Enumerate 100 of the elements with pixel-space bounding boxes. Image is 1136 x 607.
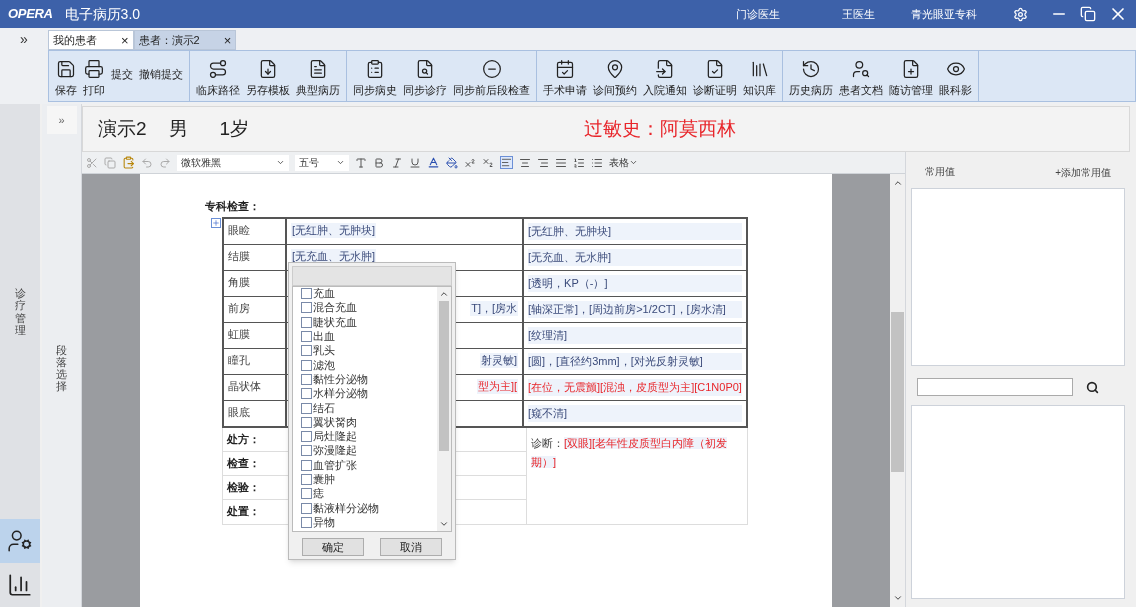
tab-close-button[interactable]: × (121, 33, 129, 47)
toolbar-button[interactable]: 典型病历 (296, 58, 340, 98)
option-label[interactable]: 弥漫隆起 (313, 445, 357, 457)
toolbar-button[interactable]: 入院通知 (643, 58, 687, 98)
field-value[interactable]: 型为主][ (476, 378, 518, 394)
option-label[interactable]: 滤泡 (313, 359, 335, 371)
field-value[interactable]: [圆]，[直径约3mm]，[对光反射灵敏] (528, 352, 742, 370)
checkbox[interactable] (301, 516, 312, 528)
toolbar-button[interactable]: 另存模板 (246, 58, 290, 98)
toolbar-button[interactable]: 提交 (111, 66, 133, 83)
tab[interactable]: 我的患者 × (48, 30, 134, 50)
font-size-icon[interactable] (355, 156, 367, 169)
scroll-up-icon[interactable] (892, 178, 903, 188)
table-menu[interactable]: 表格 (609, 155, 638, 170)
checkbox[interactable] (301, 474, 312, 485)
paste-icon[interactable] (122, 156, 135, 169)
cut-icon[interactable] (86, 156, 98, 169)
field-value[interactable]: [无红肿、无肿块] (528, 222, 742, 240)
option-label[interactable]: 血管扩张 (313, 459, 357, 471)
table-move-icon[interactable] (211, 217, 221, 228)
justify-icon[interactable] (555, 156, 567, 169)
option-label[interactable]: 局灶隆起 (313, 431, 357, 443)
option-label[interactable]: 痣 (313, 488, 324, 500)
field-value[interactable]: [透明，KP（-）] (528, 274, 742, 292)
align-right-icon[interactable] (537, 156, 549, 169)
undo-icon[interactable] (141, 156, 153, 169)
superscript-icon[interactable] (464, 156, 476, 169)
field-value[interactable]: [轴深正常]，[周边前房>1/2CT]，[房水清] (528, 300, 742, 318)
option-label[interactable]: 结石 (313, 402, 335, 414)
option-label[interactable]: 翼状胬肉 (313, 416, 357, 428)
toolbar-button[interactable]: 打印 (83, 58, 105, 98)
checkbox[interactable] (301, 288, 312, 300)
restore-icon[interactable] (1080, 6, 1096, 22)
option-label[interactable]: 混合充血 (313, 302, 357, 314)
font-color-icon[interactable] (427, 156, 440, 169)
checkbox[interactable] (301, 488, 312, 500)
toolbar-button[interactable]: 诊间预约 (593, 58, 637, 98)
option-label[interactable]: 充血 (313, 288, 335, 300)
checkbox[interactable] (301, 388, 312, 400)
toolbar-button[interactable]: 眼科影 (939, 58, 972, 98)
field-value[interactable]: T]，[房水 (470, 300, 518, 316)
toolbar-button[interactable]: 撤销提交 (139, 66, 183, 83)
settings-icon[interactable] (1013, 6, 1028, 22)
checkbox[interactable] (301, 302, 312, 314)
toolbar-button[interactable]: 同步前后段检查 (453, 58, 530, 98)
size-select[interactable]: 五号 (295, 154, 349, 171)
field-value[interactable]: 射灵敏] (479, 352, 518, 368)
subscript-icon[interactable] (482, 156, 494, 169)
align-center-icon[interactable] (519, 156, 531, 169)
dialog-button[interactable]: 确定 (302, 537, 364, 556)
field-value[interactable]: [无红肿、无肿块] (291, 222, 377, 238)
expand-panel-button[interactable]: » (46, 106, 77, 134)
checkbox[interactable] (301, 402, 312, 414)
toolbar-button[interactable]: 同步病史 (353, 58, 397, 98)
field-value[interactable]: [无充血、无水肿] (528, 248, 742, 266)
tab[interactable]: 患者：演示2 × (133, 30, 237, 50)
option-label[interactable]: 乳头 (313, 345, 335, 357)
option-label[interactable]: 出血 (313, 331, 335, 343)
toolbar-button[interactable]: 随访管理 (889, 58, 933, 98)
field-value[interactable]: [纹理清] (528, 326, 742, 344)
toolbar-button[interactable]: 患者文档 (839, 58, 883, 98)
italic-icon[interactable] (391, 156, 403, 169)
checkbox[interactable] (301, 373, 312, 385)
redo-icon[interactable] (159, 156, 171, 169)
option-label[interactable]: 睫状充血 (313, 316, 357, 328)
checkbox[interactable] (301, 416, 312, 428)
highlight-icon[interactable] (446, 156, 458, 169)
toolbar-button[interactable]: 诊断证明 (693, 58, 737, 98)
bold-icon[interactable] (373, 156, 385, 169)
field-value[interactable]: [窥不清] (528, 404, 742, 422)
toolbar-button[interactable]: 同步诊疗 (403, 58, 447, 98)
numbered-list-icon[interactable] (573, 156, 585, 169)
option-label[interactable]: 黏性分泌物 (313, 373, 368, 385)
checkbox[interactable] (301, 445, 312, 457)
tab-close-button[interactable]: × (223, 33, 232, 47)
option-label[interactable]: 囊肿 (313, 474, 335, 485)
toolbar-button[interactable]: 手术申请 (543, 58, 587, 98)
checkbox[interactable] (301, 359, 312, 371)
toolbar-button[interactable]: 历史病历 (789, 58, 833, 98)
picker-search-field[interactable] (292, 265, 452, 286)
add-common-value-link[interactable]: +添加常用值 (1055, 164, 1111, 180)
scrollbar[interactable] (437, 286, 451, 531)
option-label[interactable]: 异物 (313, 516, 335, 528)
underline-icon[interactable] (409, 156, 421, 169)
search-field[interactable] (917, 378, 1073, 396)
checkbox[interactable] (301, 345, 312, 357)
checkbox[interactable] (301, 331, 312, 343)
dialog-button[interactable]: 取消 (380, 537, 442, 556)
scroll-down-icon[interactable] (892, 593, 903, 603)
toolbar-button[interactable]: 知识库 (743, 58, 776, 98)
doctor-button[interactable] (0, 519, 40, 563)
toolbar-button[interactable]: 保存 (55, 58, 77, 98)
checkbox[interactable] (301, 502, 312, 514)
option-label[interactable]: 水样分泌物 (313, 388, 368, 400)
checkbox[interactable] (301, 316, 312, 328)
font-select[interactable]: 微软雅黑 (177, 154, 289, 171)
align-left-icon[interactable] (500, 156, 513, 169)
checkbox[interactable] (301, 459, 312, 471)
checkbox[interactable] (301, 431, 312, 443)
field-value[interactable]: [在位，无震颤][混浊，皮质型为主][C1N0P0] (528, 378, 742, 396)
